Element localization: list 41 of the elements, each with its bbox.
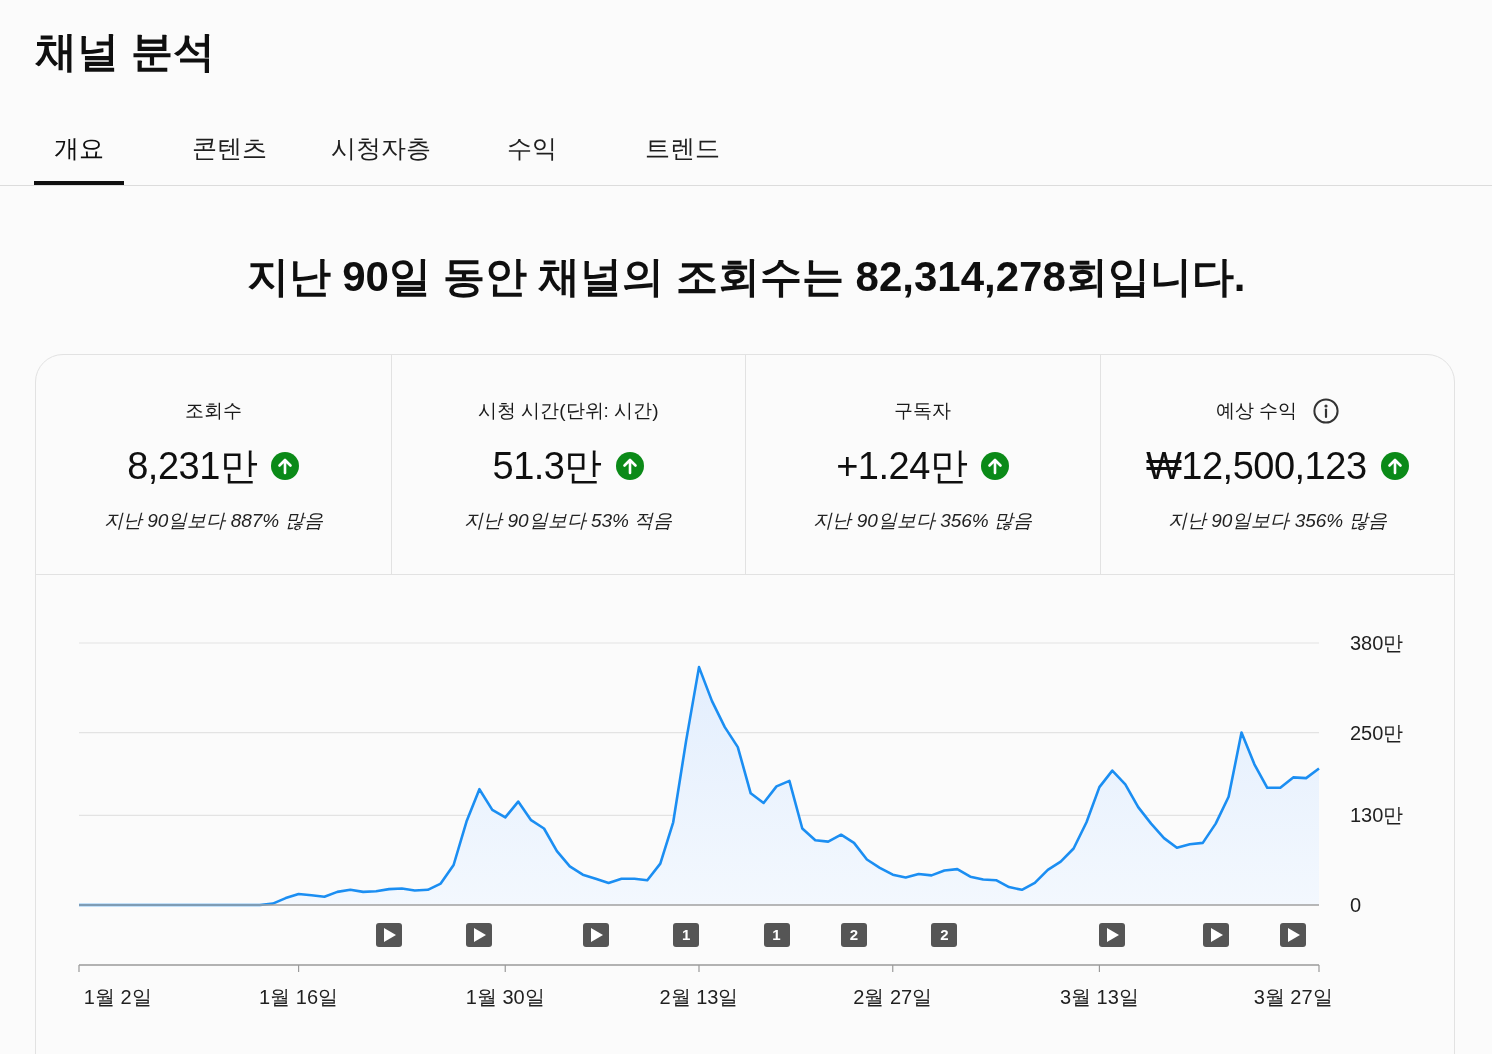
y-axis-label: 250만 <box>1350 721 1404 744</box>
video-count-marker[interactable]: 1 <box>763 923 790 947</box>
metric-label: 예상 수익 <box>1215 399 1297 423</box>
x-axis-label: 3월 27일 <box>1253 986 1333 1008</box>
y-axis-label: 380만 <box>1350 632 1404 654</box>
metric-change: 지난 90일보다 53% 적음 <box>464 509 673 533</box>
metric-change: 지난 90일보다 887% 많음 <box>103 509 323 533</box>
metric-value: +1.24만 <box>836 444 968 489</box>
tab[interactable]: 트렌드 <box>625 110 740 185</box>
headline: 지난 90일 동안 채널의 조회수는 82,314,278회입니다. <box>245 252 1247 302</box>
x-axis-label: 2월 27일 <box>853 986 933 1008</box>
metric-value: ₩12,500,123 <box>1145 444 1367 489</box>
play-marker-icon[interactable] <box>1202 923 1229 947</box>
metric-label: 구독자 <box>894 399 952 423</box>
x-axis-label: 3월 13일 <box>1059 986 1139 1008</box>
x-axis-label: 2월 13일 <box>659 986 739 1008</box>
x-axis-label: 1월 16일 <box>259 986 339 1008</box>
play-marker-icon[interactable] <box>582 923 609 947</box>
play-marker-icon[interactable] <box>466 923 493 947</box>
video-count-marker[interactable]: 2 <box>841 923 867 947</box>
info-icon[interactable] <box>1312 398 1339 424</box>
tab[interactable]: 개요 <box>33 110 124 185</box>
metric-label: 시청 시간(단위: 시간) <box>478 399 659 423</box>
video-count-marker[interactable]: 2 <box>931 923 958 947</box>
page-title: 채널 분석 <box>34 27 216 77</box>
x-axis-label: 1월 2일 <box>83 986 152 1008</box>
y-axis-label: 0 <box>1350 894 1362 916</box>
tab[interactable]: 수익 <box>486 110 577 185</box>
metric-value: 8,231만 <box>127 444 258 489</box>
video-count-marker[interactable]: 1 <box>673 923 700 947</box>
play-marker-icon[interactable] <box>1099 923 1126 947</box>
tab[interactable]: 시청자층 <box>310 110 451 185</box>
metric-value: 51.3만 <box>492 444 602 489</box>
y-axis-label: 130만 <box>1350 804 1404 827</box>
metric-label: 조회수 <box>184 399 242 423</box>
x-axis-label: 1월 30일 <box>465 986 545 1008</box>
metric-change: 지난 90일보다 356% 많음 <box>813 509 1033 533</box>
metric-change: 지난 90일보다 356% 많음 <box>1167 509 1387 533</box>
play-marker-icon[interactable] <box>1280 923 1307 947</box>
tab[interactable]: 콘텐츠 <box>172 110 287 185</box>
play-marker-icon[interactable] <box>376 923 402 947</box>
